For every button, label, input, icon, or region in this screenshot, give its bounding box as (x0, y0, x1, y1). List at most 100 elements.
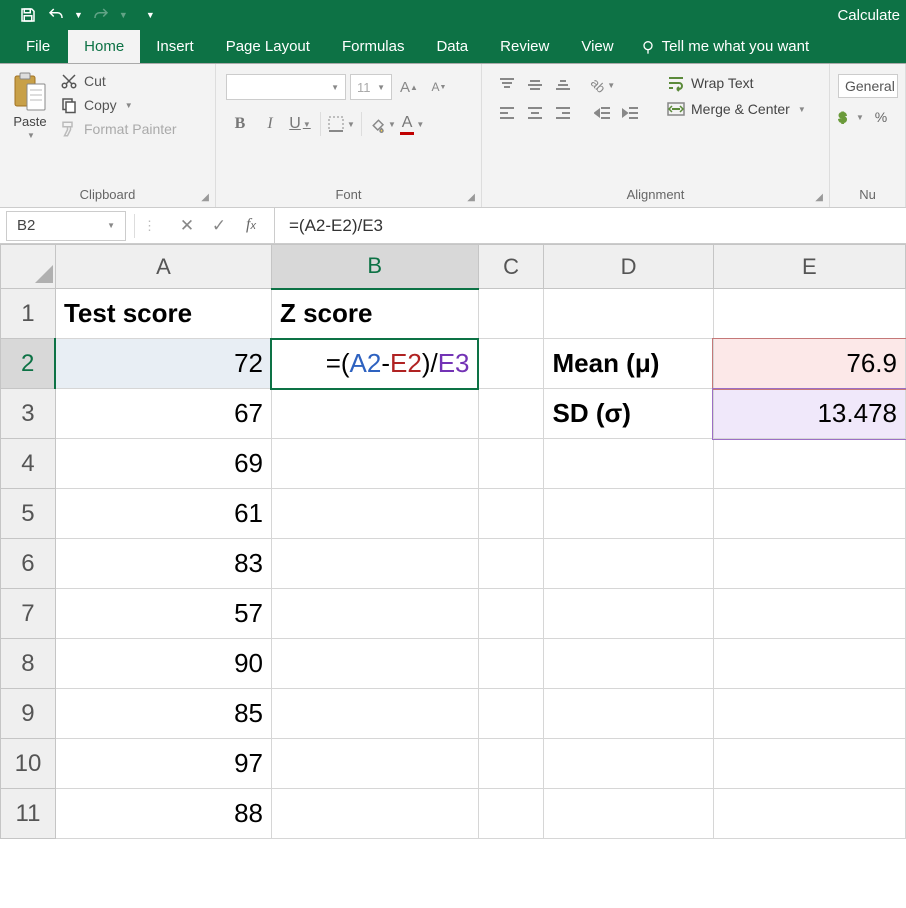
percent-format-icon[interactable]: % (868, 104, 894, 130)
cell-D10[interactable] (544, 739, 713, 789)
merge-dropdown-icon[interactable]: ▼ (798, 105, 806, 114)
accounting-format-icon[interactable]: $▼ (838, 104, 864, 130)
cell-B3[interactable] (271, 389, 478, 439)
row-header-2[interactable]: 2 (1, 339, 56, 389)
tab-data[interactable]: Data (420, 30, 484, 63)
paste-button[interactable]: Paste ▼ (6, 68, 54, 140)
merge-center-button[interactable]: Merge & Center ▼ (667, 100, 806, 118)
wrap-text-button[interactable]: Wrap Text (667, 74, 806, 92)
col-header-A[interactable]: A (55, 245, 271, 289)
cut-button[interactable]: Cut (60, 72, 177, 90)
tab-review[interactable]: Review (484, 30, 565, 63)
qat-customize-icon[interactable]: ▼ (146, 10, 155, 20)
decrease-indent-icon[interactable] (590, 100, 616, 126)
cell-B6[interactable] (271, 539, 478, 589)
tab-file[interactable]: File (8, 30, 68, 63)
tell-me-search[interactable]: Tell me what you want (630, 30, 820, 63)
format-painter-button[interactable]: Format Painter (60, 120, 177, 138)
cell-D9[interactable] (544, 689, 713, 739)
font-dialog-launcher-icon[interactable]: ◢ (467, 192, 475, 203)
font-color-button[interactable]: A▼ (398, 110, 426, 138)
undo-icon[interactable] (46, 5, 66, 25)
align-bottom-icon[interactable] (550, 72, 576, 98)
underline-button[interactable]: U▼ (286, 110, 314, 138)
name-box-dropdown-icon[interactable]: ▼ (107, 221, 115, 230)
cell-A5[interactable]: 61 (55, 489, 271, 539)
row-header-4[interactable]: 4 (1, 439, 56, 489)
borders-button[interactable]: ▼ (327, 110, 355, 138)
copy-button[interactable]: Copy ▼ (60, 96, 177, 114)
cell-A10[interactable]: 97 (55, 739, 271, 789)
cell-B1[interactable]: Z score (271, 289, 478, 339)
col-header-B[interactable]: B (271, 245, 478, 289)
cell-D3[interactable]: SD (σ) (544, 389, 713, 439)
save-icon[interactable] (18, 5, 38, 25)
cell-C8[interactable] (478, 639, 544, 689)
cell-B4[interactable] (271, 439, 478, 489)
cell-E8[interactable] (713, 639, 905, 689)
row-header-6[interactable]: 6 (1, 539, 56, 589)
undo-dropdown-icon[interactable]: ▼ (74, 10, 83, 20)
cancel-formula-button[interactable]: ✕ (178, 216, 196, 236)
cell-C7[interactable] (478, 589, 544, 639)
align-left-icon[interactable] (494, 100, 520, 126)
cell-A11[interactable]: 88 (55, 789, 271, 839)
orientation-button[interactable]: ab▼ (590, 72, 616, 98)
tab-home[interactable]: Home (68, 30, 140, 63)
cell-C10[interactable] (478, 739, 544, 789)
cell-E11[interactable] (713, 789, 905, 839)
row-header-10[interactable]: 10 (1, 739, 56, 789)
col-header-E[interactable]: E (713, 245, 905, 289)
cell-D11[interactable] (544, 789, 713, 839)
cell-D6[interactable] (544, 539, 713, 589)
col-header-C[interactable]: C (478, 245, 544, 289)
increase-font-icon[interactable]: A▲ (396, 74, 422, 100)
cell-E7[interactable] (713, 589, 905, 639)
fill-color-button[interactable]: ▼ (368, 110, 396, 138)
paste-dropdown-icon[interactable]: ▼ (27, 131, 35, 140)
cell-C11[interactable] (478, 789, 544, 839)
cell-B7[interactable] (271, 589, 478, 639)
cell-A3[interactable]: 67 (55, 389, 271, 439)
alignment-dialog-launcher-icon[interactable]: ◢ (815, 192, 823, 203)
cell-D7[interactable] (544, 589, 713, 639)
row-header-1[interactable]: 1 (1, 289, 56, 339)
cell-C6[interactable] (478, 539, 544, 589)
row-header-3[interactable]: 3 (1, 389, 56, 439)
col-header-D[interactable]: D (544, 245, 713, 289)
cell-A7[interactable]: 57 (55, 589, 271, 639)
cell-B2[interactable]: =(A2-E2)/E3 (271, 339, 478, 389)
cell-A2[interactable]: 72 (55, 339, 271, 389)
insert-function-button[interactable]: fx (242, 216, 260, 236)
number-format-combo[interactable]: General (838, 74, 898, 98)
bold-button[interactable]: B (226, 110, 254, 138)
font-size-combo[interactable]: 11▼ (350, 74, 392, 100)
cell-B5[interactable] (271, 489, 478, 539)
select-all-corner[interactable] (1, 245, 56, 289)
cell-A6[interactable]: 83 (55, 539, 271, 589)
cell-B11[interactable] (271, 789, 478, 839)
row-header-8[interactable]: 8 (1, 639, 56, 689)
cell-C9[interactable] (478, 689, 544, 739)
cell-E10[interactable] (713, 739, 905, 789)
cell-B10[interactable] (271, 739, 478, 789)
formula-bar-input[interactable]: =(A2-E2)/E3 (274, 208, 906, 243)
cell-C2[interactable] (478, 339, 544, 389)
cell-E5[interactable] (713, 489, 905, 539)
cell-E9[interactable] (713, 689, 905, 739)
copy-dropdown-icon[interactable]: ▼ (125, 101, 133, 110)
cell-D2[interactable]: Mean (μ) (544, 339, 713, 389)
font-name-combo[interactable]: ▼ (226, 74, 346, 100)
italic-button[interactable]: I (256, 110, 284, 138)
increase-indent-icon[interactable] (618, 100, 644, 126)
cell-E6[interactable] (713, 539, 905, 589)
cell-C1[interactable] (478, 289, 544, 339)
row-header-11[interactable]: 11 (1, 789, 56, 839)
cell-D8[interactable] (544, 639, 713, 689)
cell-D4[interactable] (544, 439, 713, 489)
cell-E1[interactable] (713, 289, 905, 339)
align-right-icon[interactable] (550, 100, 576, 126)
row-header-9[interactable]: 9 (1, 689, 56, 739)
align-top-icon[interactable] (494, 72, 520, 98)
align-middle-icon[interactable] (522, 72, 548, 98)
